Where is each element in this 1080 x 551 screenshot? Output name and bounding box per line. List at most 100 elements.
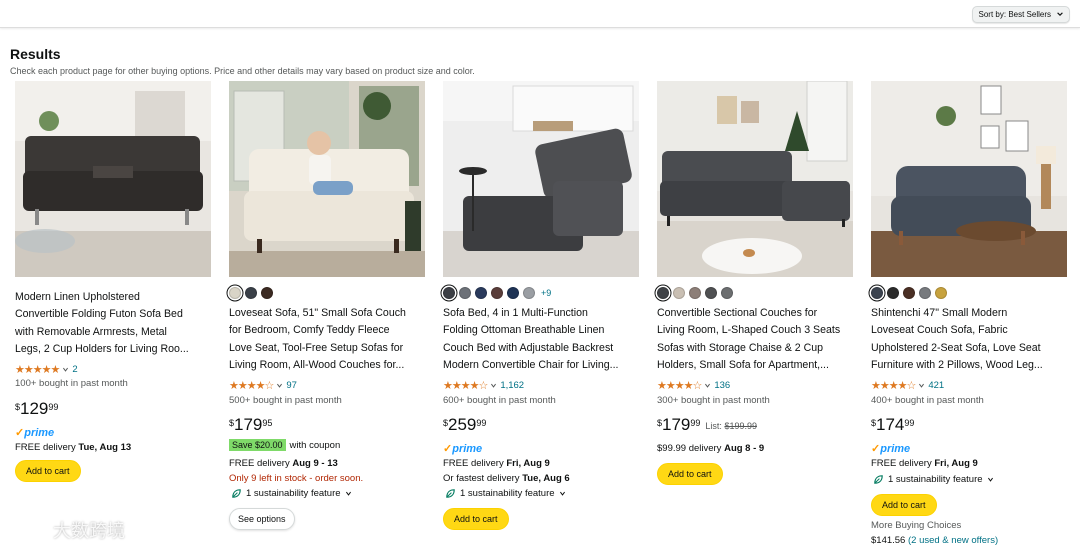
sustainability-feature[interactable]: 1 sustainability feature (445, 488, 566, 499)
rating-count[interactable]: 1,162 (500, 380, 524, 391)
color-swatch[interactable] (475, 287, 487, 299)
sort-dropdown[interactable]: Sort by: Best Sellers (971, 6, 1070, 23)
price[interactable]: $ 259 99 (443, 415, 486, 435)
delivery-date: Aug 8 - 9 (724, 443, 765, 454)
product-image[interactable] (443, 81, 639, 277)
color-swatch[interactable] (689, 287, 701, 299)
sustainability-label: 1 sustainability feature (460, 488, 555, 499)
product-image[interactable] (229, 81, 425, 277)
color-swatch[interactable] (245, 287, 257, 299)
prime-check-icon: ✓ (15, 427, 25, 439)
color-swatches (871, 285, 947, 301)
product-title[interactable]: Loveseat Sofa, 51" Small Sofa Couch for … (229, 305, 425, 374)
price[interactable]: $ 179 95 (229, 415, 272, 435)
coupon-badge: Save $20.00 (229, 439, 286, 451)
watermark: 大数跨境 (8, 517, 125, 543)
title-line: Sofas with Storage Chaise & 2 Cup (657, 341, 824, 354)
color-swatch[interactable] (887, 287, 899, 299)
sustainability-feature[interactable]: 1 sustainability feature (231, 488, 352, 499)
more-swatches-link[interactable]: +9 (541, 288, 551, 298)
title-line: Legs, 2 Cup Holders for Living Roo... (15, 342, 189, 355)
title-line: Love Seat, Tool-Free Setup Sofas for (229, 341, 404, 354)
leaf-icon (446, 489, 455, 498)
used-new-offers-link[interactable]: (2 used & new offers) (908, 535, 998, 546)
rating-row[interactable]: ★★★★☆ 421 (871, 379, 944, 392)
chevron-down-icon (277, 383, 283, 388)
rating-row[interactable]: ★★★★★ 2 (15, 363, 78, 376)
color-swatch[interactable] (507, 287, 519, 299)
color-swatches (229, 285, 273, 301)
product-title[interactable]: Modern Linen Upholstered Convertible Fol… (15, 289, 211, 358)
results-heading: Results (10, 46, 61, 62)
rating-row[interactable]: ★★★★☆ 1,162 (443, 379, 524, 392)
color-swatch[interactable] (903, 287, 915, 299)
delivery-prefix: FREE delivery (443, 458, 504, 469)
bought-in-past-month: 600+ bought in past month (443, 395, 556, 406)
star-rating-icon: ★★★★★ (15, 363, 60, 376)
title-line: Couch Bed with Adjustable Backrest (443, 341, 614, 354)
bought-in-past-month: 400+ bought in past month (871, 395, 984, 406)
product-image[interactable] (657, 81, 853, 277)
product-card: Convertible Sectional Couches for Living… (657, 81, 861, 551)
color-swatches: +9 (443, 285, 551, 301)
chevron-down-icon (919, 383, 925, 388)
color-swatch[interactable] (705, 287, 717, 299)
coupon[interactable]: Save $20.00 with coupon (229, 439, 340, 451)
price[interactable]: $ 179 99 List: $199.99 (657, 415, 757, 435)
add-to-cart-button[interactable]: Add to cart (871, 494, 937, 516)
delivery-info: FREE delivery Fri, Aug 9 (871, 458, 978, 469)
rating-count[interactable]: 421 (928, 380, 944, 391)
color-swatch[interactable] (721, 287, 733, 299)
delivery-prefix: FREE delivery (871, 458, 932, 469)
price[interactable]: $ 129 99 (15, 399, 58, 419)
price-whole: 174 (876, 415, 905, 434)
watermark-logo-icon (10, 522, 45, 538)
product-title[interactable]: Convertible Sectional Couches for Living… (657, 305, 853, 374)
title-line: Sofa Bed, 4 in 1 Multi-Function (443, 307, 588, 319)
add-to-cart-button[interactable]: Add to cart (657, 463, 723, 485)
product-image[interactable] (15, 81, 211, 277)
more-buying-choices-label: More Buying Choices (871, 520, 962, 531)
chevron-down-icon (559, 491, 565, 496)
rating-row[interactable]: ★★★★☆ 97 (229, 379, 297, 392)
color-swatch[interactable] (443, 287, 455, 299)
color-swatch[interactable] (657, 287, 669, 299)
sustainability-feature[interactable]: 1 sustainability feature (873, 474, 994, 485)
product-image[interactable] (871, 81, 1067, 277)
color-swatch[interactable] (673, 287, 685, 299)
color-swatch[interactable] (935, 287, 947, 299)
title-line: with Removable Armrests, Metal (15, 325, 167, 338)
rating-row[interactable]: ★★★★☆ 136 (657, 379, 730, 392)
chevron-down-icon (491, 383, 497, 388)
add-to-cart-button[interactable]: Add to cart (15, 460, 81, 482)
prime-check-icon: ✓ (871, 443, 881, 455)
product-title[interactable]: Shintenchi 47" Small Modern Loveseat Cou… (871, 305, 1067, 374)
price-fraction: 95 (262, 418, 273, 428)
price[interactable]: $ 174 99 (871, 415, 914, 435)
product-card: +9 Sofa Bed, 4 in 1 Multi-Function Foldi… (443, 81, 647, 551)
color-swatch[interactable] (919, 287, 931, 299)
add-to-cart-button[interactable]: Add to cart (443, 508, 509, 530)
color-swatch[interactable] (523, 287, 535, 299)
color-swatch[interactable] (229, 287, 241, 299)
color-swatch[interactable] (261, 287, 273, 299)
color-swatch[interactable] (459, 287, 471, 299)
rating-count[interactable]: 136 (714, 380, 730, 391)
product-title[interactable]: Sofa Bed, 4 in 1 Multi-Function Folding … (443, 305, 639, 374)
fastest-delivery-info: Or fastest delivery Tue, Aug 6 (443, 473, 570, 484)
price-whole: 129 (20, 399, 49, 418)
sort-label: Sort by: (978, 10, 1007, 19)
title-line: Holders, Small Sofa for Apartment,... (657, 358, 829, 371)
price-fraction: 99 (48, 402, 59, 412)
prime-label: prime (24, 427, 55, 439)
delivery-info: FREE delivery Tue, Aug 13 (15, 442, 131, 453)
delivery-info: $99.99 delivery Aug 8 - 9 (657, 443, 764, 454)
title-line: Living Room, L-Shaped Couch 3 Seats (657, 324, 841, 337)
rating-count[interactable]: 97 (286, 380, 297, 391)
rating-count[interactable]: 2 (72, 364, 77, 375)
color-swatch[interactable] (491, 287, 503, 299)
color-swatch[interactable] (871, 287, 883, 299)
leaf-icon (232, 489, 241, 498)
see-options-button[interactable]: See options (229, 508, 295, 530)
color-swatches (657, 285, 733, 301)
